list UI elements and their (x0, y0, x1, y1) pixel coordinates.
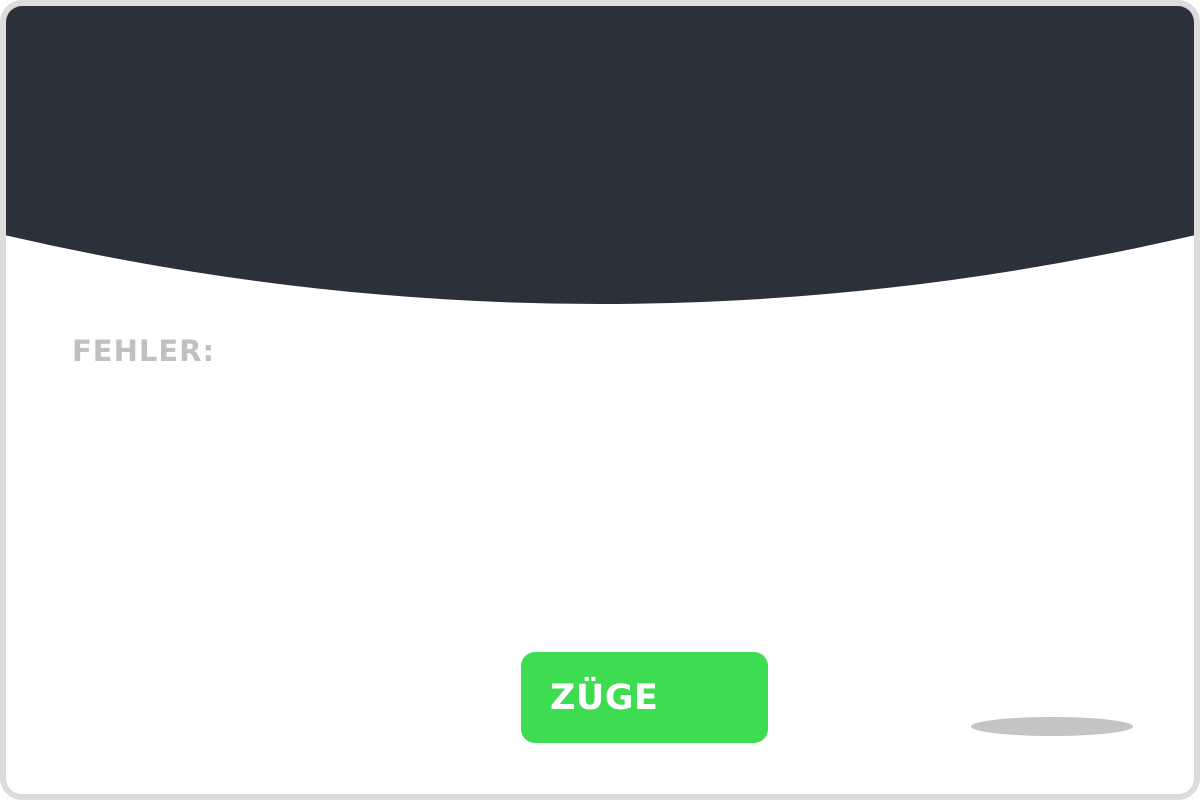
moves-button-label: ZÜGE (550, 677, 659, 718)
game-panel: FEHLER: ZÜGE (0, 0, 1200, 800)
moves-button[interactable]: ZÜGE (521, 652, 768, 743)
shadow-ellipse (971, 717, 1133, 736)
header-banner (6, 6, 1194, 304)
header-curve (6, 6, 1194, 304)
errors-label: FEHLER: (72, 334, 216, 368)
